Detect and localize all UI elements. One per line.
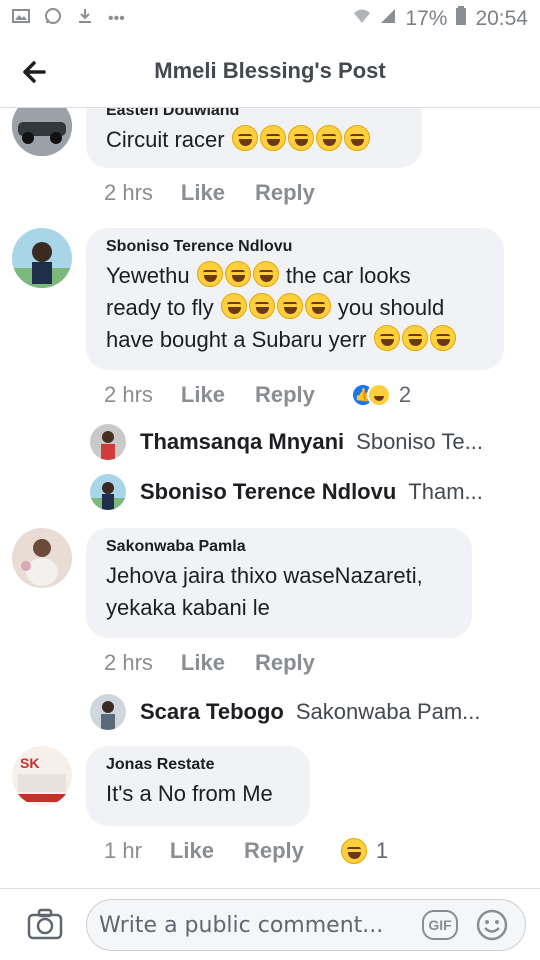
haha-reaction-icon	[366, 383, 391, 407]
laughing-emoji-icon	[248, 293, 275, 319]
laughing-emoji-icon	[220, 293, 247, 319]
comment-text-content: have bought a Subaru yerr	[106, 327, 367, 352]
comment-author[interactable]: Sboniso Terence Ndlovu	[106, 238, 484, 256]
rolling-laughing-emoji-icon	[259, 125, 286, 151]
comment-input-placeholder: Write a public comment...	[99, 913, 384, 938]
avatar[interactable]	[12, 108, 72, 156]
comment-time: 2 hrs	[104, 180, 153, 205]
comment-meta: 1 hr Like Reply 1	[104, 838, 388, 864]
smiley-icon	[476, 909, 508, 941]
flushed-emoji-icon	[196, 261, 223, 287]
camera-icon	[27, 908, 63, 940]
comment-text-content: ready to fly	[106, 295, 214, 320]
comment-meta: 2 hrs Like Reply	[104, 180, 345, 206]
page-title: Mmeli Blessing's Post	[154, 58, 386, 83]
reply-button[interactable]: Reply	[255, 180, 315, 206]
reaction-count: 2	[398, 382, 412, 407]
battery-icon	[455, 6, 467, 32]
reply-preview-text: Sboniso Te...	[356, 429, 483, 454]
reply-button[interactable]: Reply	[255, 382, 315, 408]
comment-text-content: you should	[337, 295, 445, 320]
comment-author[interactable]: Sakonwaba Pamla	[106, 538, 452, 556]
image-icon	[12, 7, 30, 31]
avatar	[90, 424, 126, 460]
battery-percent: 17%	[405, 7, 448, 30]
comment-author[interactable]: Jonas Restate	[106, 756, 290, 774]
comment-time: 2 hrs	[104, 382, 153, 407]
avatar[interactable]	[12, 528, 72, 588]
flushed-emoji-icon	[252, 261, 279, 287]
like-button[interactable]: Like	[181, 180, 225, 206]
laughing-emoji-icon	[373, 325, 400, 351]
comment-text: It's a No from Me	[106, 778, 290, 810]
comment-text-content: Circuit racer	[106, 127, 225, 152]
reply-preview[interactable]: Sboniso Terence Ndlovu Tham...	[90, 474, 483, 510]
comment-bubble[interactable]: Jonas Restate It's a No from Me	[86, 746, 310, 826]
whatsapp-icon	[44, 7, 62, 31]
comment-bubble[interactable]: Sakonwaba Pamla Jehova jaira thixo waseN…	[86, 528, 472, 638]
avatar[interactable]	[12, 228, 72, 288]
download-icon	[76, 7, 94, 31]
flushed-emoji-icon	[224, 261, 251, 287]
comment-text-content: It's a No from Me	[106, 781, 273, 806]
reply-author[interactable]: Sboniso Terence Ndlovu	[140, 479, 396, 505]
reactions-summary[interactable]: 1	[340, 838, 388, 864]
more-dots-icon: •••	[108, 10, 125, 27]
like-button[interactable]: Like	[181, 382, 225, 408]
comment-bubble[interactable]: Sboniso Terence Ndlovu Yewethu the car l…	[86, 228, 504, 370]
gif-button[interactable]: GIF	[422, 910, 458, 940]
comment-meta: 2 hrs Like Reply	[104, 650, 345, 676]
wifi-icon	[353, 7, 371, 31]
reply-button[interactable]: Reply	[244, 838, 304, 864]
laughing-emoji-icon	[429, 325, 456, 351]
rolling-laughing-emoji-icon	[231, 125, 258, 151]
avatar	[90, 474, 126, 510]
rolling-laughing-emoji-icon	[315, 125, 342, 151]
signal-icon	[379, 7, 397, 31]
reply-preview[interactable]: Thamsanqa Mnyani Sboniso Te...	[90, 424, 483, 460]
comment-text-content: Yewethu	[106, 263, 190, 288]
reply-preview-text: Sakonwaba Pam...	[295, 699, 481, 724]
comment-time: 2 hrs	[104, 650, 153, 675]
post-header: Mmeli Blessing's Post	[0, 36, 540, 108]
reply-button[interactable]: Reply	[255, 650, 315, 676]
emoji-picker-button[interactable]	[475, 908, 509, 942]
status-bar: ••• 17% 20:54	[0, 0, 540, 36]
like-button[interactable]: Like	[181, 650, 225, 676]
rolling-laughing-emoji-icon	[343, 125, 370, 151]
avatar	[90, 694, 126, 730]
like-button[interactable]: Like	[170, 838, 214, 864]
laughing-emoji-icon	[401, 325, 428, 351]
rolling-laughing-emoji-icon	[287, 125, 314, 151]
comments-feed[interactable]: Easten Douwland Circuit racer 2 hrs Like…	[0, 108, 540, 888]
comment-text: Yewethu the car looks ready to fly you s…	[106, 260, 484, 356]
camera-button[interactable]	[26, 907, 64, 941]
reply-preview-text: Tham...	[408, 479, 483, 504]
comment-text-content: Jehova jaira thixo waseNazareti,	[106, 563, 423, 588]
comment-text: Jehova jaira thixo waseNazareti, yekaka …	[106, 560, 452, 624]
comment-bubble[interactable]: Easten Douwland Circuit racer	[86, 108, 422, 168]
avatar[interactable]: SK	[12, 746, 72, 806]
comment-author[interactable]: Easten Douwland	[106, 108, 402, 120]
clock: 20:54	[475, 7, 528, 30]
comment-input[interactable]: Write a public comment... GIF	[86, 899, 526, 951]
haha-reaction-icon	[340, 838, 367, 864]
reply-preview[interactable]: Scara Tebogo Sakonwaba Pam...	[90, 694, 481, 730]
avatar-logo-text: SK	[20, 755, 39, 771]
laughing-emoji-icon	[304, 293, 331, 319]
comment-text: Circuit racer	[106, 124, 402, 156]
reply-author[interactable]: Thamsanqa Mnyani	[140, 429, 344, 455]
reactions-summary[interactable]: 👍 2	[350, 382, 412, 408]
comment-time: 1 hr	[104, 838, 142, 863]
reply-author[interactable]: Scara Tebogo	[140, 699, 284, 725]
comment-composer: Write a public comment... GIF	[0, 888, 540, 960]
comment-text-content: yekaka kabani le	[106, 595, 270, 620]
reaction-count: 1	[375, 838, 389, 863]
comment-meta: 2 hrs Like Reply 👍 2	[104, 382, 411, 408]
laughing-emoji-icon	[276, 293, 303, 319]
comment-text-content: the car looks	[285, 263, 411, 288]
